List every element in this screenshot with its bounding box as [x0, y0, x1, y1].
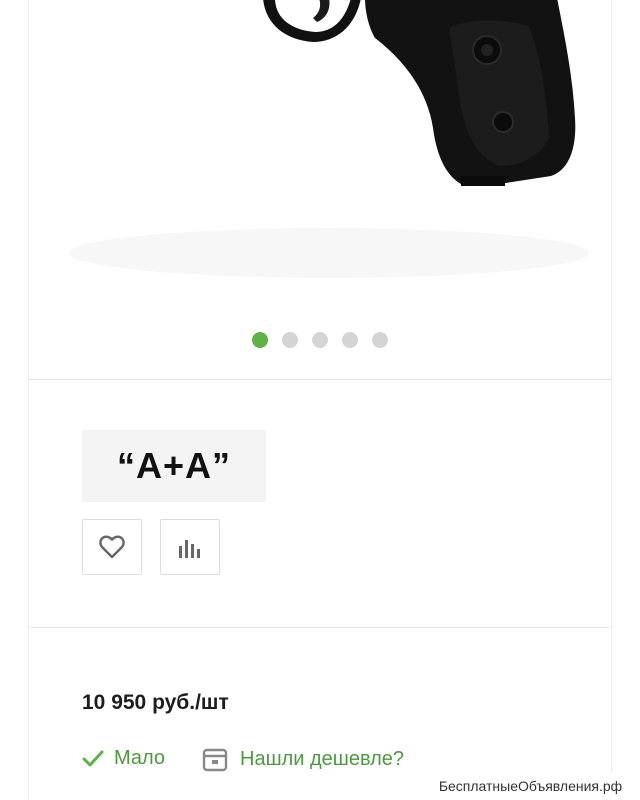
- gallery-pagination: [29, 332, 611, 348]
- gallery-dot-3[interactable]: [312, 332, 328, 348]
- calendar-icon: [202, 748, 228, 772]
- brand-section: “A+A”: [29, 380, 611, 628]
- check-icon: [82, 750, 104, 766]
- site-watermark: БесплатныеОбъявления.рф: [421, 772, 640, 800]
- gallery-dot-4[interactable]: [342, 332, 358, 348]
- add-to-favorites-button[interactable]: [82, 519, 142, 575]
- product-gallery[interactable]: [29, 0, 611, 380]
- bar-chart-icon: [179, 540, 200, 558]
- product-price: 10 950 руб./шт: [82, 691, 229, 714]
- stock-status: Мало: [82, 747, 165, 770]
- gallery-dot-1[interactable]: [252, 332, 268, 348]
- pistol-image: [69, 0, 589, 278]
- gallery-dot-2[interactable]: [282, 332, 298, 348]
- add-to-compare-button[interactable]: [160, 519, 220, 575]
- found-cheaper-link[interactable]: Нашли дешевле?: [202, 746, 404, 772]
- found-cheaper-label[interactable]: Нашли дешевле?: [240, 748, 404, 771]
- product-card: “A+A” 10 950 руб./шт Мало Нашли дешевле?: [28, 0, 612, 800]
- heart-icon: [99, 535, 125, 559]
- brand-logo[interactable]: “A+A”: [82, 430, 266, 502]
- gallery-dot-5[interactable]: [372, 332, 388, 348]
- stock-label: Мало: [114, 747, 166, 769]
